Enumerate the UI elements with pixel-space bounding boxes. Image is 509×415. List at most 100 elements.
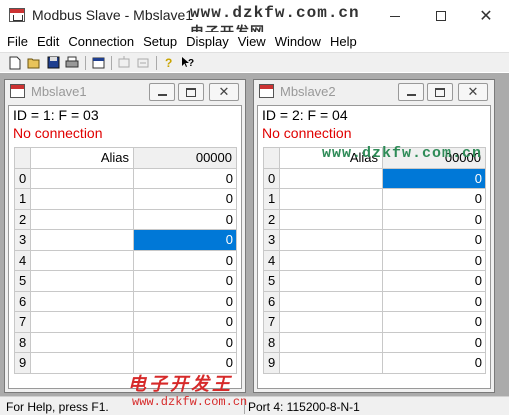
value-cell[interactable]: 0	[133, 188, 237, 210]
child-app-icon[interactable]	[10, 84, 25, 98]
row-index[interactable]: 3	[263, 229, 280, 251]
alias-cell[interactable]	[30, 352, 134, 374]
value-cell[interactable]: 0	[382, 229, 486, 251]
save-icon[interactable]	[44, 55, 62, 71]
menu-edit[interactable]: Edit	[34, 32, 62, 52]
alias-cell[interactable]	[30, 311, 134, 333]
row-index[interactable]: 0	[263, 167, 280, 189]
value-cell[interactable]: 0	[133, 331, 237, 353]
row-index[interactable]: 5	[263, 270, 280, 292]
child-minimize-button[interactable]	[398, 83, 424, 101]
mdi-workspace: Mbslave1 ✕ ID = 1: F = 03 No connection …	[0, 73, 509, 396]
menu-window[interactable]: Window	[272, 32, 324, 52]
value-cell[interactable]: 0	[382, 188, 486, 210]
row-index[interactable]: 9	[14, 352, 31, 374]
row-index[interactable]: 1	[263, 188, 280, 210]
value-cell[interactable]: 0	[133, 249, 237, 271]
row-index[interactable]: 2	[263, 208, 280, 230]
row-index[interactable]: 6	[263, 290, 280, 312]
alias-cell[interactable]	[279, 290, 383, 312]
alias-cell[interactable]	[30, 208, 134, 230]
new-icon[interactable]	[6, 55, 24, 71]
alias-cell[interactable]	[30, 270, 134, 292]
child-maximize-button[interactable]	[178, 83, 204, 101]
menu-file[interactable]: File	[4, 32, 31, 52]
value-cell[interactable]: 0	[382, 352, 486, 374]
app-icon[interactable]	[9, 8, 25, 22]
value-cell[interactable]: 0	[382, 167, 486, 189]
context-help-icon[interactable]: ?	[179, 55, 197, 71]
row-index[interactable]: 4	[263, 249, 280, 271]
value-cell[interactable]: 0	[382, 270, 486, 292]
maximize-button[interactable]	[418, 0, 464, 32]
close-button[interactable]: ✕	[463, 0, 509, 32]
alias-cell[interactable]	[30, 229, 134, 251]
row-index[interactable]: 8	[14, 331, 31, 353]
child-window-mbslave1[interactable]: Mbslave1 ✕ ID = 1: F = 03 No connection …	[4, 79, 246, 393]
row-index[interactable]: 4	[14, 249, 31, 271]
alias-cell[interactable]	[30, 188, 134, 210]
value-cell[interactable]: 0	[133, 229, 237, 251]
row-index[interactable]: 7	[14, 311, 31, 333]
alias-cell[interactable]	[279, 229, 383, 251]
alias-cell[interactable]	[30, 290, 134, 312]
row-index[interactable]: 2	[14, 208, 31, 230]
row-index[interactable]: 0	[14, 167, 31, 189]
row-index[interactable]: 5	[14, 270, 31, 292]
help-icon[interactable]: ?	[160, 55, 178, 71]
child-body: ID = 1: F = 03 No connection Alias 00000…	[8, 105, 242, 389]
table-row: 50	[14, 270, 237, 292]
row-index[interactable]: 6	[14, 290, 31, 312]
child-close-button[interactable]: ✕	[458, 83, 488, 101]
row-index[interactable]: 8	[263, 331, 280, 353]
connection-status: No connection	[262, 125, 352, 141]
row-index[interactable]: 7	[263, 311, 280, 333]
toolbar-separator	[111, 55, 112, 70]
disconnect-icon[interactable]	[134, 55, 152, 71]
window-icon[interactable]	[89, 55, 107, 71]
menu-view[interactable]: View	[235, 32, 269, 52]
value-cell[interactable]: 0	[382, 249, 486, 271]
child-title-bar[interactable]: Mbslave1 ✕	[5, 80, 245, 104]
value-cell[interactable]: 0	[133, 270, 237, 292]
alias-cell[interactable]	[30, 167, 134, 189]
value-cell[interactable]: 0	[133, 311, 237, 333]
child-app-icon[interactable]	[259, 84, 274, 98]
value-cell[interactable]: 0	[133, 208, 237, 230]
alias-cell[interactable]	[279, 311, 383, 333]
alias-cell[interactable]	[30, 249, 134, 271]
connect-icon[interactable]	[115, 55, 133, 71]
menu-display[interactable]: Display	[183, 32, 232, 52]
alias-cell[interactable]	[279, 331, 383, 353]
child-maximize-button[interactable]	[427, 83, 453, 101]
row-index[interactable]: 1	[14, 188, 31, 210]
row-index[interactable]: 9	[263, 352, 280, 374]
alias-cell[interactable]	[279, 270, 383, 292]
alias-cell[interactable]	[279, 352, 383, 374]
address-header[interactable]: 00000	[133, 147, 237, 169]
row-index[interactable]: 3	[14, 229, 31, 251]
value-cell[interactable]: 0	[133, 290, 237, 312]
register-table: Alias 00000 00102030405060708090	[14, 147, 237, 374]
alias-cell[interactable]	[279, 208, 383, 230]
value-cell[interactable]: 0	[382, 290, 486, 312]
menu-help[interactable]: Help	[327, 32, 360, 52]
alias-cell[interactable]	[279, 188, 383, 210]
child-minimize-button[interactable]	[149, 83, 175, 101]
child-title-bar[interactable]: Mbslave2 ✕	[254, 80, 494, 104]
menu-setup[interactable]: Setup	[140, 32, 180, 52]
alias-cell[interactable]	[279, 249, 383, 271]
alias-cell[interactable]	[279, 167, 383, 189]
print-icon[interactable]	[63, 55, 81, 71]
value-cell[interactable]: 0	[382, 311, 486, 333]
value-cell[interactable]: 0	[382, 208, 486, 230]
alias-cell[interactable]	[30, 331, 134, 353]
alias-header[interactable]: Alias	[30, 147, 134, 169]
child-window-mbslave2[interactable]: Mbslave2 ✕ ID = 2: F = 04 No connection …	[253, 79, 495, 393]
minimize-button[interactable]	[372, 0, 418, 32]
value-cell[interactable]: 0	[133, 167, 237, 189]
menu-connection[interactable]: Connection	[65, 32, 137, 52]
value-cell[interactable]: 0	[382, 331, 486, 353]
child-close-button[interactable]: ✕	[209, 83, 239, 101]
open-icon[interactable]	[25, 55, 43, 71]
